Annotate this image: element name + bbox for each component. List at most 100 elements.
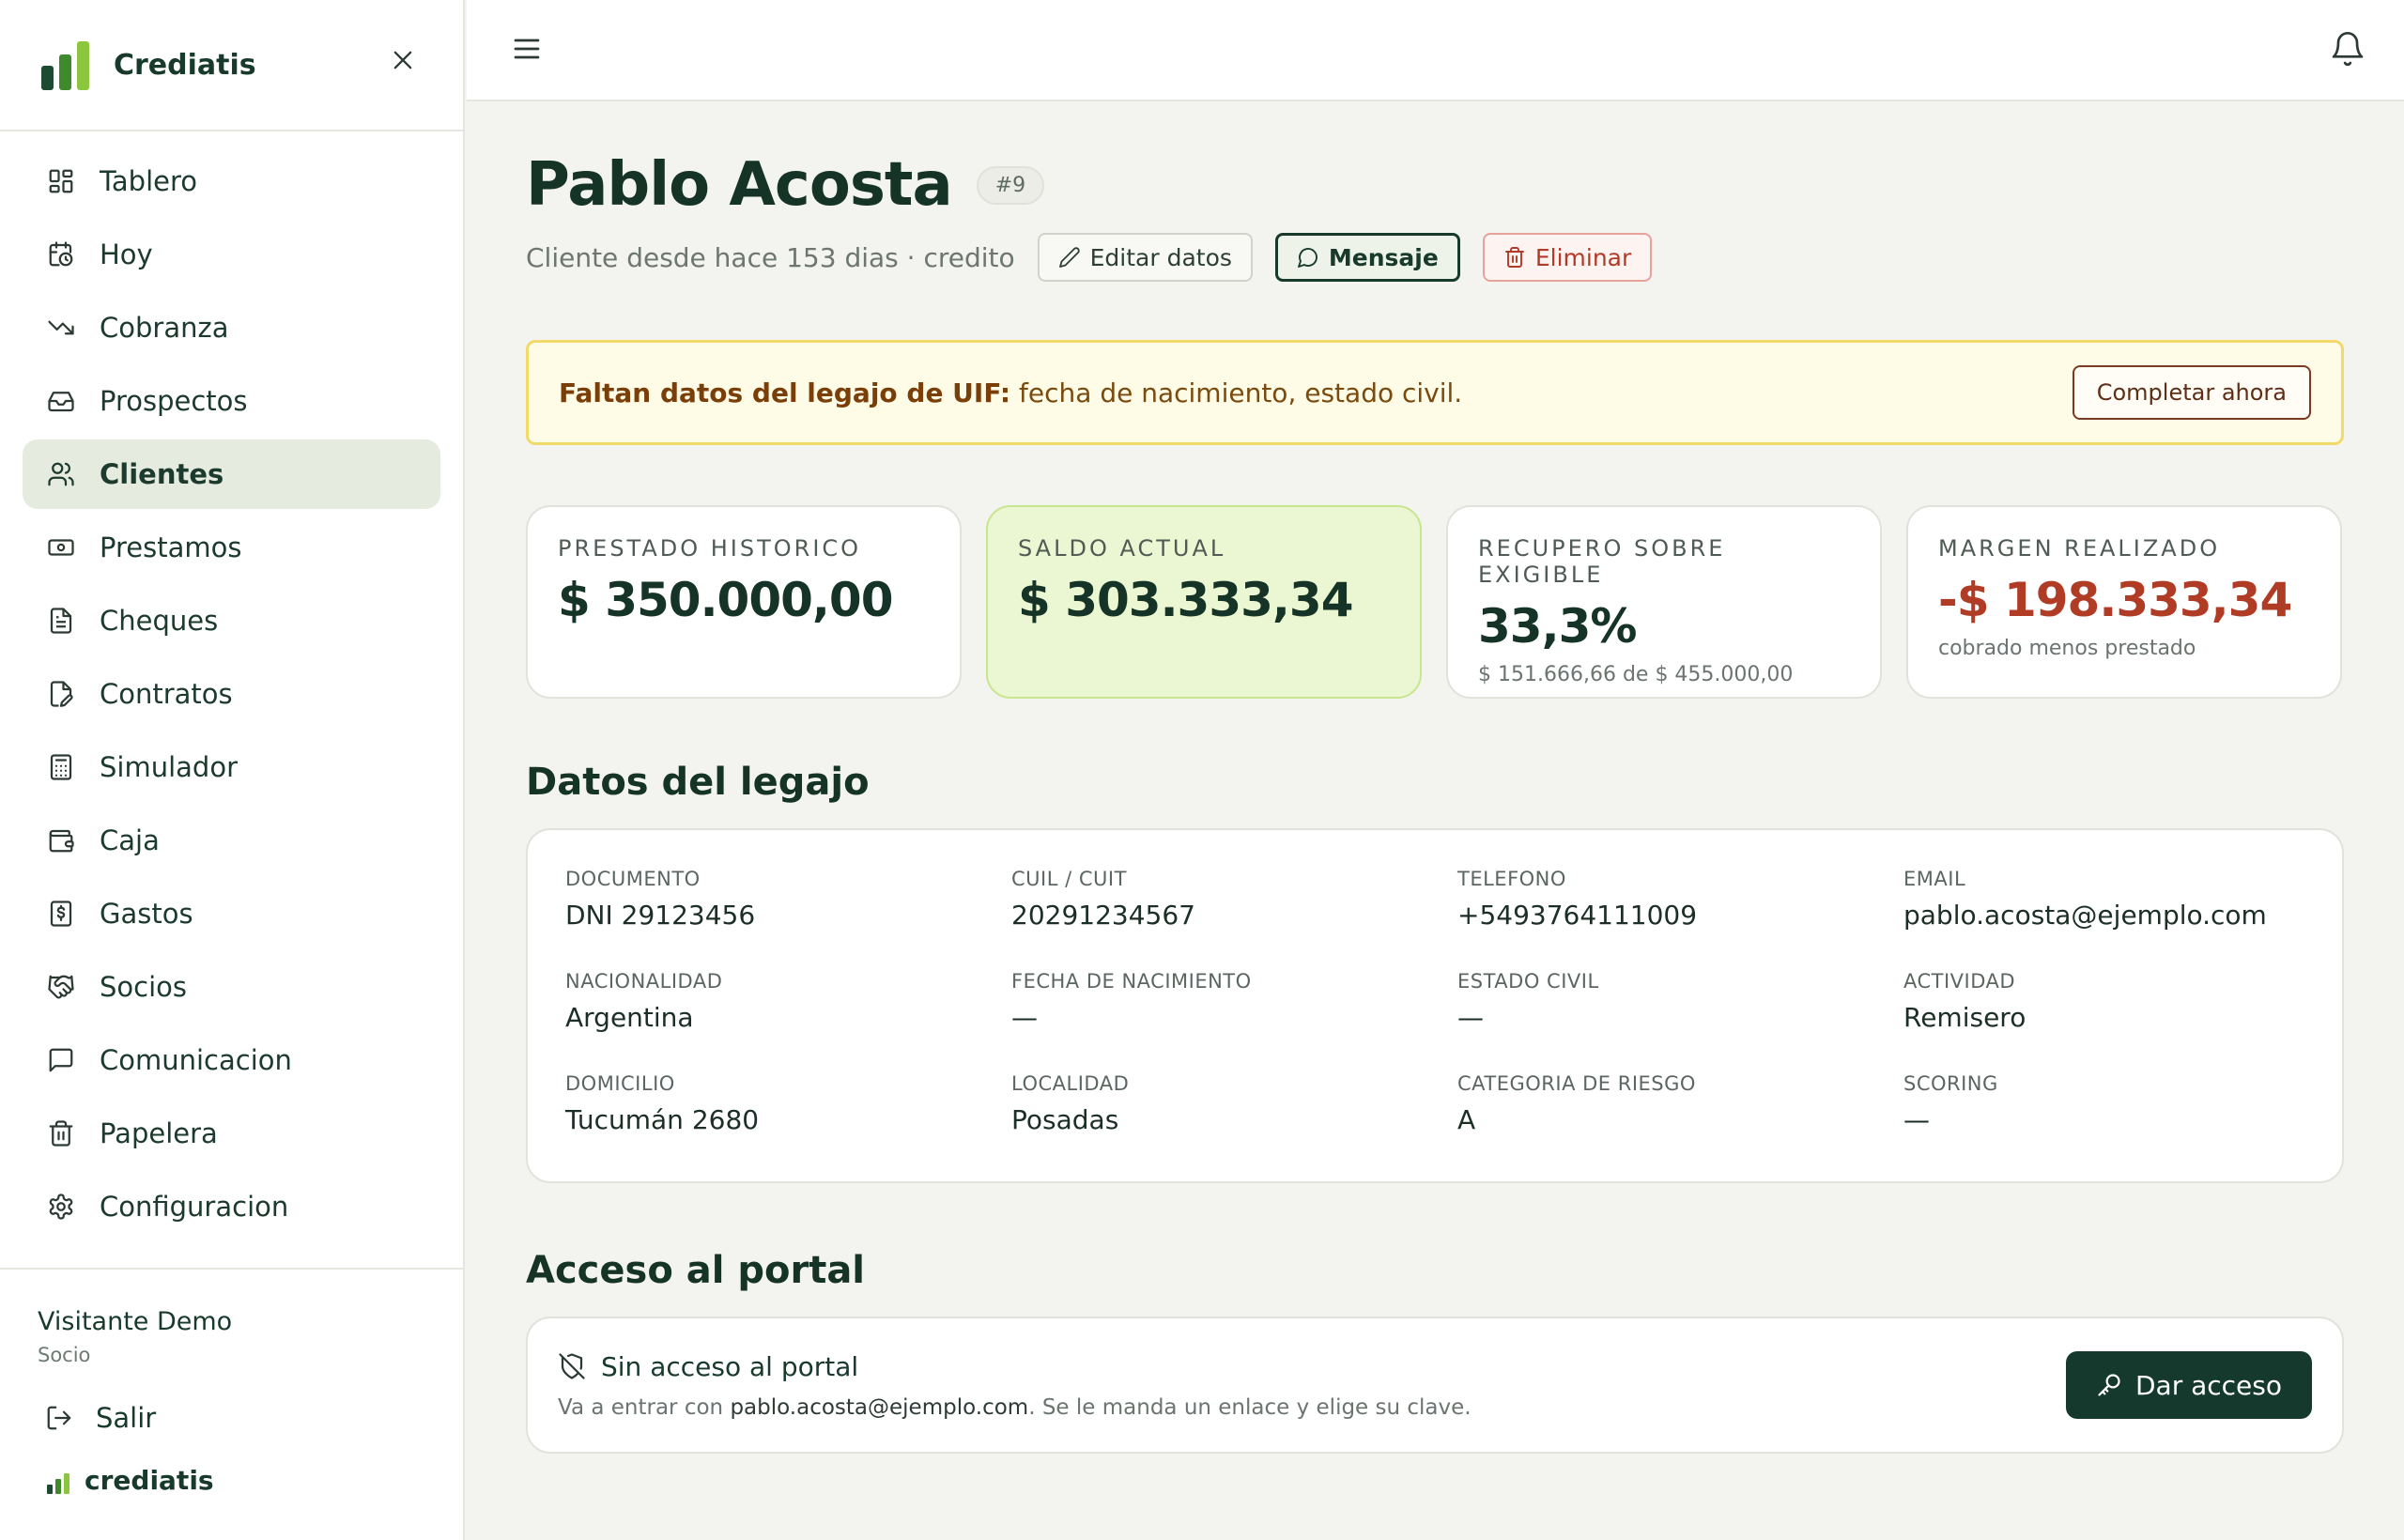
portal-section-title: Acceso al portal: [526, 1249, 866, 1292]
delete-label: Eliminar: [1534, 243, 1632, 271]
portal-description: Va a entrar con pablo.acosta@ejemplo.com…: [558, 1395, 1472, 1420]
sidebar-item-caja[interactable]: Caja: [23, 806, 440, 875]
page-title: Pablo Acosta: [526, 150, 953, 220]
field-label: CATEGORIA DE RIESGO: [1457, 1072, 1696, 1095]
field-nacionalidad: NACIONALIDAD Argentina: [565, 970, 1011, 1072]
legajo-card: DOCUMENTO DNI 29123456 CUIL / CUIT 2029123…: [526, 828, 2344, 1183]
file-signature-icon: [45, 678, 77, 710]
field-value: —: [1903, 1104, 1930, 1135]
portal-status: Sin acceso al portal: [558, 1351, 1472, 1382]
inbox-icon: [45, 385, 77, 417]
legajo-section-title: Datos del legajo: [526, 761, 870, 804]
edit-data-button[interactable]: Editar datos: [1037, 233, 1253, 282]
stat-card-prestado-historico: PRESTADO HISTORICO $ 350.000,00: [526, 505, 962, 699]
alert-detail-text: fecha de nacimiento, estado civil.: [1010, 377, 1463, 408]
logout-button[interactable]: Salir: [45, 1402, 463, 1434]
sidebar-item-contratos[interactable]: Contratos: [23, 659, 440, 729]
sidebar-item-label: Cobranza: [100, 312, 229, 344]
crediatis-logo-icon: [41, 39, 89, 90]
field-telefono: TELEFONO +5493764111009: [1457, 868, 1903, 970]
edit-data-label: Editar datos: [1089, 243, 1232, 271]
sidebar-item-label: Socios: [100, 971, 188, 1003]
sidebar-item-gastos[interactable]: Gastos: [23, 879, 440, 948]
field-label: CUIL / CUIT: [1011, 868, 1127, 890]
field-documento: DOCUMENTO DNI 29123456: [565, 868, 1011, 970]
sidebar-item-hoy[interactable]: Hoy: [23, 220, 440, 289]
stat-value: -$ 198.333,34: [1938, 573, 2292, 627]
complete-now-button[interactable]: Completar ahora: [2072, 365, 2311, 420]
delete-button[interactable]: Eliminar: [1482, 233, 1653, 282]
field-label: ESTADO CIVIL: [1457, 970, 1599, 993]
dashboard-icon: [45, 165, 77, 197]
sidebar-item-papelera[interactable]: Papelera: [23, 1099, 440, 1168]
logout-icon: [47, 1406, 71, 1430]
menu-button[interactable]: [510, 32, 544, 66]
notifications-button[interactable]: [2329, 30, 2366, 68]
field-label: DOCUMENTO: [565, 868, 701, 890]
message-label: Mensaje: [1328, 243, 1439, 271]
field-label: EMAIL: [1903, 868, 1966, 890]
stat-label: PRESTADO HISTORICO: [558, 535, 862, 562]
portal-info: Sin acceso al portal Va a entrar con pab…: [558, 1351, 1472, 1420]
stat-label: SALDO ACTUAL: [1018, 535, 1226, 562]
sidebar-item-configuracion[interactable]: Configuracion: [23, 1172, 440, 1241]
user-role: Socio: [38, 1344, 91, 1366]
gear-icon: [45, 1191, 77, 1223]
field-value: Remisero: [1903, 1002, 2026, 1033]
message-square-icon: [45, 1044, 77, 1076]
field-label: ACTIVIDAD: [1903, 970, 2016, 993]
handshake-icon: [45, 971, 77, 1003]
field-value: —: [1011, 1002, 1038, 1033]
field-cuil-cuit: CUIL / CUIT 20291234567: [1011, 868, 1457, 970]
footer-brand: crediatis: [47, 1468, 463, 1494]
sidebar-item-label: Prospectos: [100, 385, 248, 417]
field-value: DNI 29123456: [565, 900, 756, 931]
sidebar-item-label: Cheques: [100, 605, 219, 637]
pencil-icon: [1058, 246, 1081, 269]
sidebar-item-tablero[interactable]: Tablero: [23, 146, 440, 216]
sidebar-item-clientes[interactable]: Clientes: [23, 439, 440, 509]
portal-status-text: Sin acceso al portal: [601, 1350, 859, 1382]
sidebar-item-label: Papelera: [100, 1117, 218, 1149]
field-value: 20291234567: [1011, 900, 1195, 931]
field-fecha-nacimiento: FECHA DE NACIMIENTO —: [1011, 970, 1457, 1072]
alert-bold-text: Faltan datos del legajo de UIF:: [559, 377, 1011, 408]
file-text-icon: [45, 605, 77, 637]
close-sidebar-button[interactable]: [384, 41, 422, 79]
sidebar-item-label: Simulador: [100, 751, 238, 783]
stat-card-saldo-actual: SALDO ACTUAL $ 303.333,34: [986, 505, 1422, 699]
sidebar-item-comunicacion[interactable]: Comunicacion: [23, 1025, 440, 1095]
close-icon: [393, 51, 412, 69]
field-value: —: [1457, 1002, 1484, 1033]
sidebar-item-prestamos[interactable]: Prestamos: [23, 513, 440, 582]
field-scoring: SCORING —: [1903, 1072, 2350, 1175]
stat-subtext: cobrado menos prestado: [1938, 637, 2196, 660]
main-content: Pablo Acosta #9 Cliente desde hace 153 d…: [526, 101, 2344, 1454]
sidebar-item-socios[interactable]: Socios: [23, 952, 440, 1022]
grant-access-button[interactable]: Dar acceso: [2065, 1351, 2312, 1419]
sidebar-item-prospectos[interactable]: Prospectos: [23, 366, 440, 436]
field-value: +5493764111009: [1457, 900, 1698, 931]
field-label: FECHA DE NACIMIENTO: [1011, 970, 1252, 993]
sidebar-item-simulador[interactable]: Simulador: [23, 732, 440, 802]
field-label: DOMICILIO: [565, 1072, 675, 1095]
field-estado-civil: ESTADO CIVIL —: [1457, 970, 1903, 1072]
stat-card-margen: MARGEN REALIZADO -$ 198.333,34 cobrado m…: [1906, 505, 2342, 699]
portal-desc-prefix: Va a entrar con: [558, 1394, 731, 1420]
sidebar-item-label: Clientes: [100, 458, 224, 490]
wallet-icon: [45, 824, 77, 856]
stat-value: $ 303.333,34: [1018, 573, 1354, 627]
message-button[interactable]: Mensaje: [1274, 233, 1460, 282]
sidebar-footer: Visitante Demo Socio Salir crediatis: [0, 1268, 463, 1494]
users-icon: [45, 458, 77, 490]
client-id-badge: #9: [976, 165, 1045, 205]
title-row: Pablo Acosta #9: [526, 150, 2344, 220]
field-domicilio: DOMICILIO Tucumán 2680: [565, 1072, 1011, 1175]
trending-down-icon: [45, 312, 77, 344]
sidebar-item-cobranza[interactable]: Cobranza: [23, 293, 440, 362]
sidebar-item-cheques[interactable]: Cheques: [23, 586, 440, 655]
field-value: Posadas: [1011, 1104, 1119, 1135]
portal-access-card: Sin acceso al portal Va a entrar con pab…: [526, 1317, 2344, 1454]
field-label: LOCALIDAD: [1011, 1072, 1130, 1095]
bell-icon: [2332, 32, 2364, 67]
